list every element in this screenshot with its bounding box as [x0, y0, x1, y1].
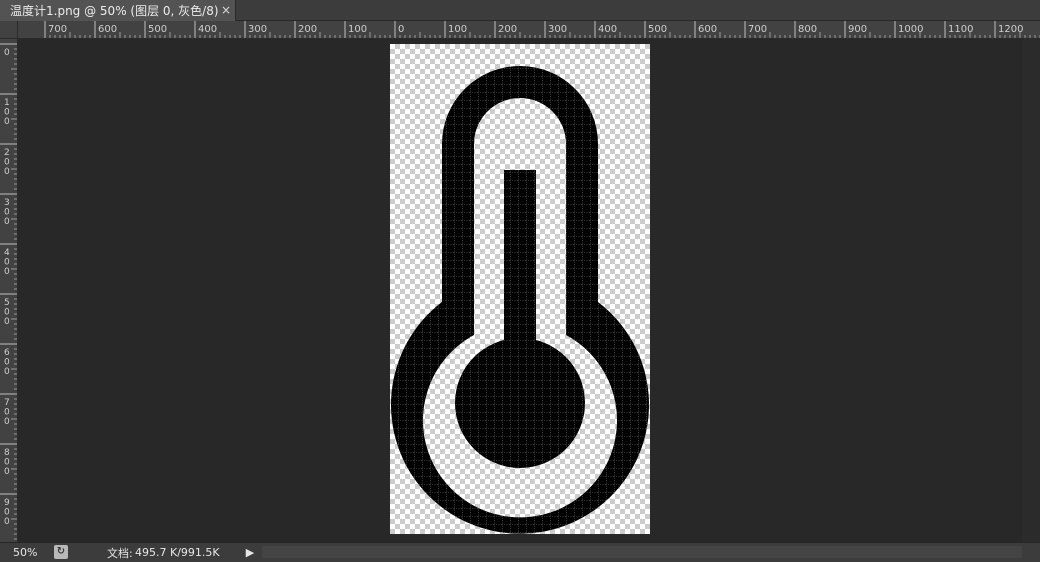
ruler-label: 100 [4, 98, 10, 127]
status-menu-arrow-icon[interactable]: ▶ [243, 544, 257, 560]
document-tab[interactable]: 温度计1.png @ 50% (图层 0, 灰色/8) × [0, 0, 236, 21]
status-bar: 50% ↻ 文档: 495.7 K/991.5K ▶ [0, 542, 1040, 562]
ruler-label: 300 [248, 24, 267, 35]
zoom-level-field[interactable]: 50% [0, 543, 46, 562]
ruler-label: 500 [148, 24, 167, 35]
document-canvas[interactable] [390, 44, 650, 534]
ruler-label: 0 [398, 24, 404, 35]
ruler-label: 100 [448, 24, 467, 35]
ruler-label: 900 [4, 498, 10, 527]
close-tab-icon[interactable]: × [221, 3, 231, 17]
ruler-label: 200 [4, 148, 10, 177]
ruler-label: 200 [298, 24, 317, 35]
ruler-label: 900 [848, 24, 867, 35]
ruler-label: 300 [4, 198, 10, 227]
ruler-label: 400 [4, 248, 10, 277]
ruler-label: 400 [598, 24, 617, 35]
ruler-label: 700 [748, 24, 767, 35]
vertical-scrollbar[interactable] [1022, 39, 1040, 542]
ruler-label: 700 [4, 398, 10, 427]
ruler-label: 1200 [998, 24, 1023, 35]
ruler-label: 500 [4, 298, 10, 327]
document-size: 495.7 K/991.5K [135, 546, 220, 559]
horizontal-ruler-ticks: 700 600 500 400 300 200 100 0 100 200 300 400 500 600… [44, 21, 1040, 38]
canvas-workspace[interactable] [18, 39, 1040, 542]
status-options-icon[interactable]: ↻ [54, 545, 68, 559]
ruler-label: 700 [48, 24, 67, 35]
ruler-label: 500 [648, 24, 667, 35]
vertical-ruler-ticks: 0 1 0 0 2 0 0 3 0 0 4 0 0 5 0 0 6 0 0 7 0 0 8 0 0 9 0 0 [0, 43, 17, 540]
ruler-label: 300 [548, 24, 567, 35]
document-tab-bar: 温度计1.png @ 50% (图层 0, 灰色/8) × [0, 0, 1040, 21]
zoom-level: 50% [13, 546, 38, 559]
ruler-label: 200 [498, 24, 517, 35]
ruler-label: 400 [198, 24, 217, 35]
ruler-label: 0 [4, 48, 10, 58]
ruler-origin-corner[interactable] [0, 21, 18, 39]
thermometer-icon [391, 66, 649, 534]
horizontal-ruler[interactable]: 700 600 500 400 300 200 100 0 100 200 300 400 500 600… [18, 21, 1040, 39]
ruler-label: 1100 [948, 24, 973, 35]
ruler-label: 800 [4, 448, 10, 477]
ruler-label: 600 [4, 348, 10, 377]
document-info-label: 文档: [107, 546, 133, 560]
ruler-label: 800 [798, 24, 817, 35]
vertical-ruler[interactable]: 0 100 200 300 400 500 600 700 800 900 [0, 39, 18, 542]
horizontal-scrollbar[interactable] [262, 546, 1022, 558]
ruler-label: 1000 [898, 24, 923, 35]
ruler-label: 600 [98, 24, 117, 35]
document-tab-title: 温度计1.png @ 50% (图层 0, 灰色/8) [10, 4, 219, 18]
pixel-grid-overlay [391, 66, 649, 534]
ruler-label: 100 [348, 24, 367, 35]
ruler-label: 600 [698, 24, 717, 35]
